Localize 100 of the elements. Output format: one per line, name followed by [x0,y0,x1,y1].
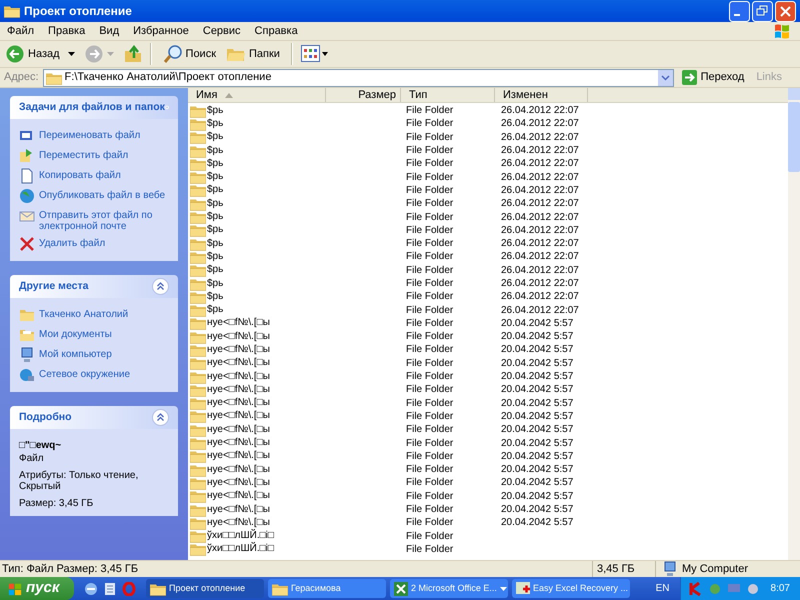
taskbar-button[interactable]: 2 Microsoft Office E... [390,579,508,598]
folder-icon [190,396,206,410]
folders-button[interactable]: Папки [223,45,283,63]
folder-icon [190,436,206,450]
date-cell: 20.04.2042 5:57 [501,517,574,528]
taskbar-button[interactable]: Проект отопление [146,579,264,598]
taskbar-button[interactable]: Герасимова [268,579,386,598]
up-folder-icon[interactable] [124,45,142,63]
type-cell: File Folder [406,438,454,449]
type-cell: File Folder [406,358,454,369]
file-name-cell[interactable]: $рь [207,238,224,250]
file-name-cell[interactable]: нуе<□f№\.[□ы [207,490,270,502]
type-cell: File Folder [406,398,454,409]
file-name-cell[interactable]: нуе<□f№\.[□ы [207,437,270,450]
folder-icon [190,276,206,291]
file-name-cell[interactable]: нуе<□f№\.[□ы [207,504,270,516]
folder-icon [190,409,206,424]
file-name-cell[interactable]: нуе<□f№\.[□ы [207,344,270,356]
file-name-cell[interactable]: $рь [207,224,224,236]
file-name-cell[interactable]: $рь [207,171,224,184]
menu-item[interactable]: Правка [41,22,92,40]
date-cell: 26.04.2012 22:07 [501,304,579,316]
file-name-cell[interactable]: ўхи□□лШЙ.□і□ [207,530,274,542]
dropdown-caret-icon[interactable] [68,52,75,56]
column-header[interactable]: Размер [326,88,401,102]
task-link[interactable]: Переименовать файл [39,128,140,141]
menu-item[interactable]: Вид [92,22,126,40]
file-name-cell[interactable]: нуе<□f№\.[□ы [207,464,270,476]
delete-icon [19,236,35,252]
back-button[interactable]: Назад [6,45,64,63]
dropdown-caret-icon [500,586,507,590]
column-header[interactable]: Тип [401,88,495,102]
go-arrow-icon [682,70,697,85]
file-name-cell[interactable]: нуе<□f№\.[□ы [207,516,270,529]
menu-item[interactable]: Сервис [196,22,248,40]
file-name-cell[interactable]: нуе<□f№\.[□ы [207,357,270,370]
date-cell: 26.04.2012 22:07 [501,251,579,262]
file-name-cell[interactable]: нуе<□f№\.[□ы [207,370,270,383]
type-cell: File Folder [406,384,454,396]
file-name-cell[interactable]: $рь [207,184,224,196]
file-name-cell[interactable]: нуе<□f№\.[□ы [207,410,270,422]
task-link[interactable]: Сетевое окружение [39,367,130,380]
notepad-icon[interactable] [104,582,116,596]
scrollbar[interactable] [788,88,800,560]
file-name-cell[interactable]: $рь [207,158,224,170]
file-name-cell[interactable]: $рь [207,211,224,224]
file-name-cell[interactable]: нуе<□f№\.[□ы [207,476,270,489]
task-link[interactable]: Мой компьютер [39,347,112,360]
task-link[interactable]: Мои документы [39,327,112,340]
file-name-cell[interactable]: нуе<□f№\.[□ы [207,424,270,436]
file-name-cell[interactable]: $рь [207,131,224,144]
file-name-cell[interactable]: ўхи□□лШЙ.□і□ [207,543,274,556]
file-name-cell[interactable]: $рь [207,278,224,290]
restore-button[interactable] [752,0,773,22]
folder-icon [190,356,206,370]
start-button[interactable]: пуск [0,577,74,600]
file-name-cell[interactable]: $рь [207,104,224,117]
folder-icon [190,170,206,184]
file-name-cell[interactable]: нуе<□f№\.[□ы [207,317,270,330]
file-name-cell[interactable]: нуе<□f№\.[□ы [207,450,270,462]
file-name-cell[interactable]: $рь [207,290,224,303]
file-name-cell[interactable]: нуе<□f№\.[□ы [207,397,270,410]
file-name-cell[interactable]: $рь [207,144,224,157]
views-icon[interactable] [300,44,329,64]
address-field[interactable]: F:\Ткаченко Анатолий\Проект отопление [42,68,674,86]
type-cell: File Folder [406,371,454,382]
column-header[interactable]: Изменен [495,88,588,102]
task-link[interactable]: Ткаченко Анатолий [39,307,128,320]
date-cell: 26.04.2012 22:07 [501,132,579,143]
task-link[interactable]: Отправить этот файл по электронной почте [39,208,169,232]
file-name-cell[interactable]: $рь [207,250,224,263]
search-button[interactable]: Поиск [160,44,220,64]
go-button[interactable]: Переход [678,69,748,86]
menu-item[interactable]: Файл [0,22,42,40]
task-link[interactable]: Удалить файл [39,236,106,249]
task-link[interactable]: Переместить файл [39,148,128,161]
file-name-cell[interactable]: нуе<□f№\.[□ы [207,384,270,396]
file-name-cell[interactable]: $рь [207,304,224,316]
dropdown-icon[interactable] [658,70,673,86]
folder-icon [272,582,288,596]
taskbar-button[interactable]: Easy Excel Recovery ... [512,579,630,598]
file-size: Размер: 3,45 ГБ [19,497,94,509]
close-button[interactable] [775,0,796,22]
file-name-cell[interactable]: $рь [207,198,224,210]
file-name-cell[interactable]: $рь [207,118,224,130]
date-cell: 20.04.2042 5:57 [501,490,574,502]
type-cell: File Folder [406,450,454,462]
file-name-cell[interactable]: $рь [207,264,224,276]
task-link[interactable]: Копировать файл [39,168,121,181]
language-indicator[interactable]: EN [656,581,670,596]
date-cell: 20.04.2042 5:57 [501,384,574,396]
date-cell: 26.04.2012 22:07 [501,118,579,130]
menu-item[interactable]: Избранное [126,22,196,40]
minimize-button[interactable] [729,0,750,22]
task-link[interactable]: Опубликовать файл в вебе [39,188,166,201]
windows-logo-icon [8,582,22,596]
column-header[interactable]: Имя [188,88,326,102]
menu-item[interactable]: Справка [248,22,305,40]
file-name-cell[interactable]: нуе<□f№\.[□ы [207,330,270,343]
type-cell: File Folder [406,212,454,223]
